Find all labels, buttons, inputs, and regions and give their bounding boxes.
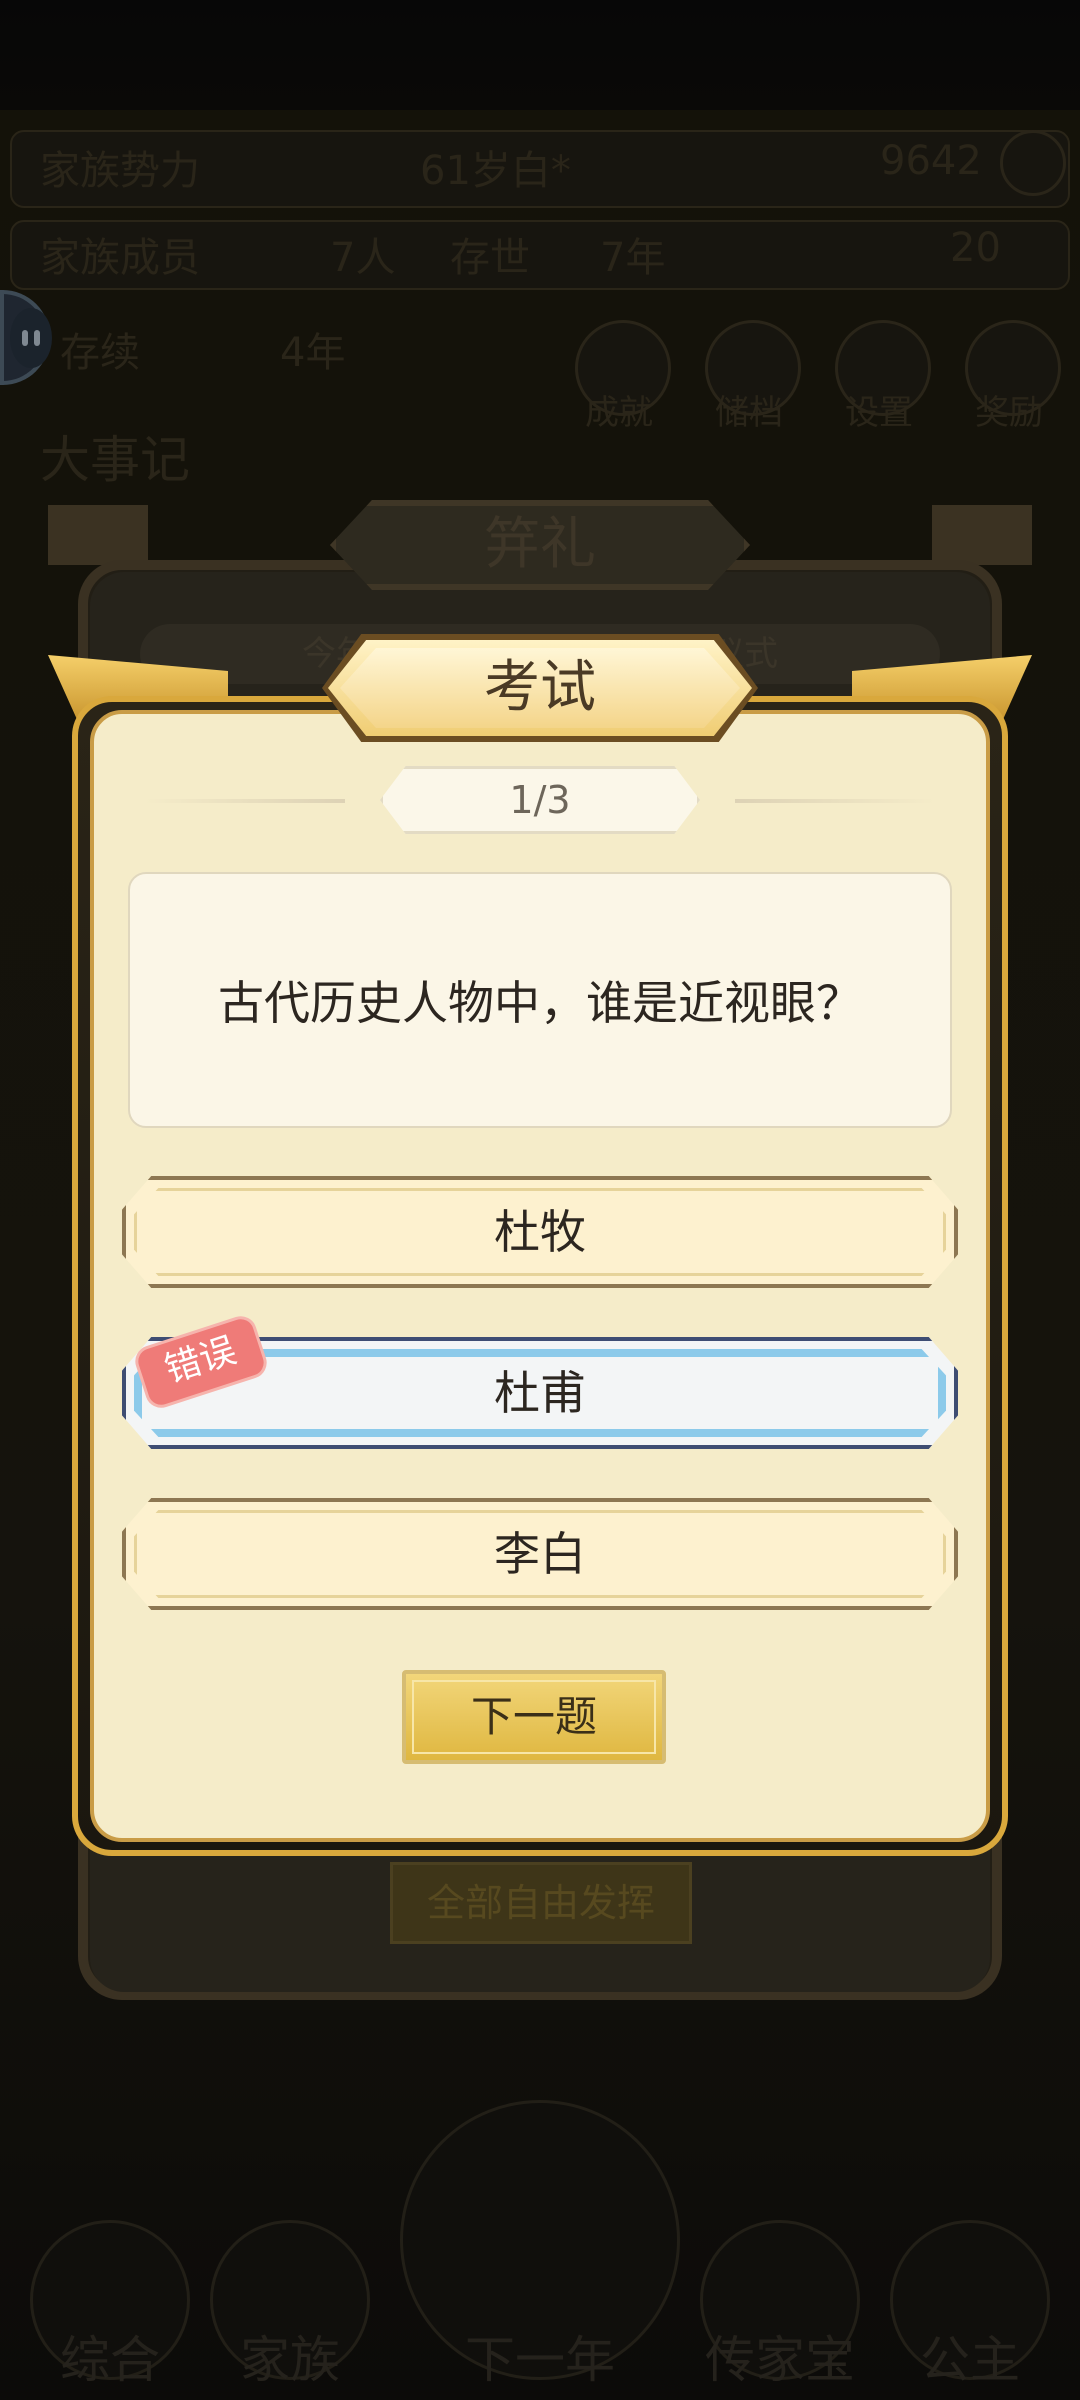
question-card: 古代历史人物中，谁是近视眼？ — [128, 872, 952, 1128]
answer-option-label: 李白 — [494, 1527, 586, 1581]
events-title: 大事记 — [40, 431, 190, 489]
members-label: 家族成员 — [40, 235, 200, 281]
save-label: 储档 — [715, 393, 783, 433]
nav-family-label: 家族 — [240, 2331, 340, 2389]
all-free-play-button[interactable]: 全部自由发挥 — [390, 1862, 692, 1944]
back-dialog-title: 笄礼 — [484, 512, 596, 577]
progress-divider-left — [145, 799, 345, 803]
years-value: 7年 — [600, 235, 666, 281]
members-value: 7人 — [330, 235, 396, 281]
answer-option-1[interactable]: 杜牧 — [122, 1176, 958, 1288]
back-dialog-wing-left — [48, 505, 148, 565]
years-label: 存世 — [450, 235, 530, 281]
family-name: 家族势力 — [40, 148, 200, 194]
exam-title: 考试 — [484, 655, 596, 720]
answer-option-3[interactable]: 李白 — [122, 1498, 958, 1610]
progress-divider-right — [735, 799, 935, 803]
row3-value: 4年 — [280, 330, 346, 376]
answer-option-label: 杜牧 — [494, 1205, 586, 1259]
nav-overview-label: 综合 — [60, 2331, 160, 2389]
next-question-button[interactable]: 下一题 — [402, 1670, 666, 1764]
achievement-label: 成就 — [585, 393, 653, 433]
nav-princess-label: 公主 — [920, 2331, 1020, 2389]
next-question-label: 下一题 — [470, 1692, 597, 1741]
back-dialog-wing-right — [932, 505, 1032, 565]
food-value: 20 — [950, 225, 1001, 271]
question-text: 古代历史人物中，谁是近视眼？ — [218, 976, 862, 1030]
patriarch-info: 61岁白* — [420, 148, 571, 194]
row3-label: 存续 — [60, 330, 140, 376]
reward-label: 奖励 — [975, 393, 1043, 433]
money-value: 9642 — [880, 138, 982, 184]
settings-label: 设置 — [845, 393, 913, 433]
help-icon[interactable] — [1000, 130, 1066, 196]
nav-heirloom-label: 传家宝 — [705, 2331, 855, 2389]
nav-next-year-label: 下一年 — [465, 2331, 615, 2389]
question-progress: 1/3 — [380, 766, 700, 834]
